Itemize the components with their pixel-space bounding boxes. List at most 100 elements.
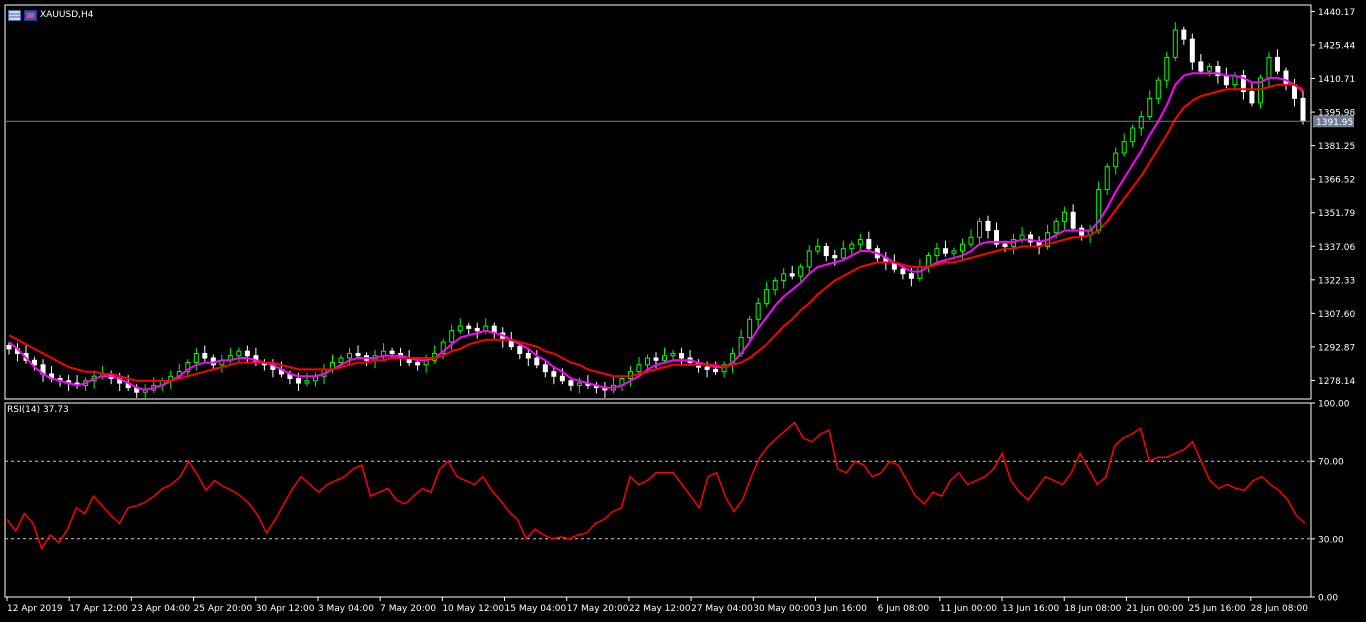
candle-body (1002, 243, 1008, 247)
candle-body (1121, 141, 1127, 154)
candle (1249, 83, 1255, 107)
candle-body (917, 266, 923, 279)
candle-body (559, 375, 565, 382)
candle-body (542, 364, 548, 373)
candle-body (534, 357, 540, 366)
candle (491, 322, 497, 339)
candle-body (1164, 56, 1170, 81)
candle (985, 215, 991, 239)
candle (781, 268, 787, 289)
candle (1240, 69, 1246, 100)
chart-title: XAUUSD,H4 (40, 10, 94, 20)
candle (1011, 233, 1017, 255)
candle (1138, 110, 1144, 136)
candle-body (934, 248, 940, 257)
candle-body (193, 352, 199, 364)
candle-body (568, 380, 574, 386)
candle-body (347, 352, 353, 359)
time-tick-label: 17 Apr 12:00 (69, 604, 128, 614)
candle-body (415, 362, 421, 366)
candle (857, 233, 863, 253)
candle (542, 361, 548, 378)
candle-body (951, 250, 957, 254)
candle-body (1079, 227, 1085, 236)
candle (1274, 49, 1280, 75)
candle-body (551, 371, 557, 377)
candle (304, 372, 310, 387)
candle (457, 318, 463, 335)
candle (1113, 147, 1119, 175)
candle-body (6, 344, 12, 350)
candle (994, 222, 1000, 248)
candle-body (525, 352, 531, 359)
candle-body (1300, 97, 1306, 122)
candle-body (1189, 38, 1195, 63)
rsi-tick-label: 100.00 (1318, 400, 1350, 410)
candle-body (295, 378, 301, 384)
candle-body (1130, 127, 1136, 143)
candle (1266, 51, 1272, 86)
chart-window-icon (8, 10, 37, 21)
candle-body (1181, 29, 1187, 40)
candle (1198, 53, 1204, 75)
price-tick-label: 1395.98 (1318, 109, 1355, 119)
candle-body (977, 220, 982, 238)
candle-body (815, 245, 821, 252)
candle (1215, 60, 1221, 84)
price-tick-label: 1292.87 (1318, 343, 1355, 353)
time-tick-label: 21 Jun 00:00 (1126, 604, 1183, 614)
rsi-indicator (5, 421, 1311, 551)
time-tick-label: 12 Apr 2019 (7, 604, 63, 614)
time-tick-label: 15 May 04:00 (505, 604, 567, 614)
candle-body (755, 302, 761, 320)
rsi-title: RSI(14) 37.73 (7, 405, 69, 415)
candle (474, 322, 480, 339)
candle (721, 361, 727, 378)
candle (151, 377, 157, 394)
price-tick-label: 1425.44 (1318, 41, 1355, 51)
candle (1206, 63, 1212, 77)
time-tick-label: 27 May 04:00 (691, 604, 753, 614)
time-tick-label: 10 May 12:00 (442, 604, 504, 614)
candle-body (900, 268, 906, 275)
time-tick-label: 22 May 12:00 (629, 604, 691, 614)
chart-area[interactable]: 1391.95 1440.17 1425.44 1410.71 1395.98 1381… (0, 0, 1366, 622)
candle-body (202, 352, 208, 359)
candle-body (1104, 166, 1110, 190)
main-chart-frame (4, 4, 1312, 400)
candle (713, 361, 719, 376)
candle (840, 240, 846, 262)
candle-body (1113, 152, 1119, 168)
rsi-chart-frame (4, 402, 1312, 598)
price-tick-label: 1410.71 (1318, 75, 1355, 85)
candle (142, 384, 148, 401)
candle-body (653, 357, 659, 361)
time-tick-label: 3 May 04:00 (318, 604, 374, 614)
candlesticks (6, 22, 1306, 401)
candle (977, 217, 982, 243)
candle (764, 281, 770, 307)
candle (636, 356, 642, 376)
candle (610, 377, 616, 394)
candle (679, 347, 685, 366)
candle-body (1138, 116, 1144, 129)
candle (227, 347, 233, 364)
candle-body (985, 220, 991, 231)
candle (823, 242, 829, 262)
rsi-axis: 100.00 70.00 30.00 0.00 (1311, 400, 1350, 604)
candle (466, 322, 472, 335)
rsi-tick-label: 30.00 (1318, 535, 1344, 545)
candle-body (670, 352, 676, 357)
candle (806, 245, 812, 275)
candle (261, 359, 267, 371)
current-price-label: 1391.95 (1316, 118, 1353, 128)
candle-body (679, 352, 685, 359)
candle-body (1062, 211, 1068, 222)
candle-body (449, 330, 455, 343)
candle (1121, 133, 1127, 157)
candle-body (636, 364, 642, 373)
candle-body (1198, 61, 1204, 72)
candle-body (908, 273, 914, 279)
candle (40, 359, 46, 382)
candle (789, 265, 795, 280)
